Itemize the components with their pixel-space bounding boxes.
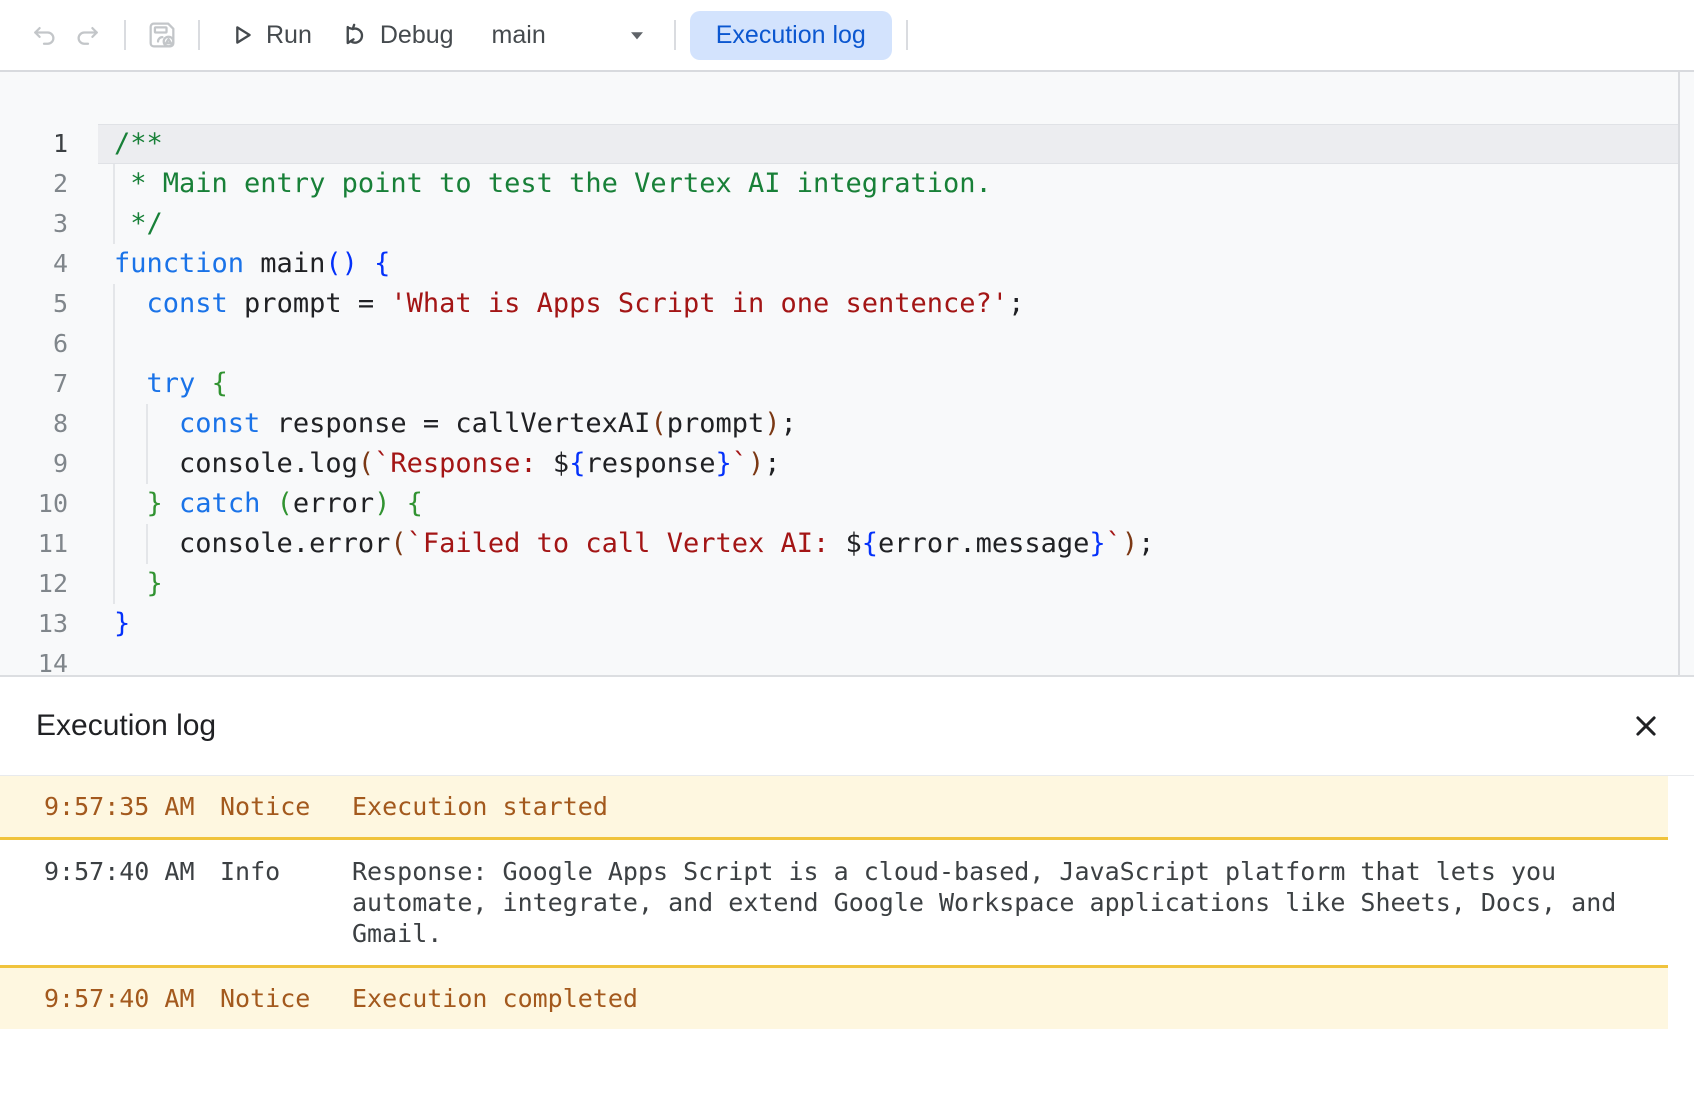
log-entry-level: Notice <box>220 791 352 822</box>
code-text: console.log(`Response: ${response}`); <box>114 444 781 484</box>
execution-log-header: Execution log <box>0 677 1694 776</box>
code-line[interactable]: 1 /** <box>0 124 1694 164</box>
editor-overview-ruler-border <box>1678 72 1680 675</box>
line-number[interactable]: 6 <box>0 324 68 364</box>
toolbar-divider <box>198 20 200 50</box>
code-line[interactable]: 5 const prompt = 'What is Apps Script in… <box>0 284 1694 324</box>
line-number[interactable]: 11 <box>0 524 68 564</box>
line-number[interactable]: 5 <box>0 284 68 324</box>
code-text: function main() { <box>114 244 390 284</box>
undo-icon <box>29 20 59 50</box>
code-line[interactable]: 2 * Main entry point to test the Vertex … <box>0 164 1694 204</box>
line-number[interactable]: 12 <box>0 564 68 604</box>
code-text: * Main entry point to test the Vertex AI… <box>114 164 992 204</box>
log-entry: 9:57:40 AMNoticeExecution completed <box>0 965 1668 1029</box>
code-text: } catch (error) { <box>114 484 423 524</box>
redo-icon <box>73 20 103 50</box>
execution-log-title: Execution log <box>36 709 216 743</box>
line-number[interactable]: 2 <box>0 164 68 204</box>
execution-log-button[interactable]: Execution log <box>690 11 892 60</box>
log-entry-level: Notice <box>220 983 352 1014</box>
log-entry-message: Execution completed <box>352 983 1658 1014</box>
code-text: try { <box>114 364 228 404</box>
line-number[interactable]: 10 <box>0 484 68 524</box>
save-button[interactable] <box>140 13 184 57</box>
code-text: const prompt = 'What is Apps Script in o… <box>114 284 1024 324</box>
code-line[interactable]: 3 */ <box>0 204 1694 244</box>
code-line[interactable]: 8 const response = callVertexAI(prompt); <box>0 404 1694 444</box>
code-line[interactable]: 4 function main() { <box>0 244 1694 284</box>
line-number[interactable]: 4 <box>0 244 68 284</box>
code-text: } <box>114 564 163 604</box>
code-line[interactable]: 12 } <box>0 564 1694 604</box>
debug-label: Debug <box>380 21 454 50</box>
log-entry-level: Info <box>220 856 352 887</box>
function-selector-value: main <box>492 21 546 50</box>
line-number[interactable]: 14 <box>0 644 68 675</box>
code-text: */ <box>114 204 163 244</box>
execution-log-panel: Execution log 9:57:35 AMNoticeExecution … <box>0 675 1694 1098</box>
chevron-down-icon <box>624 22 650 48</box>
code-text: console.error(`Failed to call Vertex AI:… <box>114 524 1154 564</box>
log-entry-time: 9:57:35 AM <box>44 791 220 822</box>
execution-log-entries: 9:57:35 AMNoticeExecution started9:57:40… <box>0 776 1668 1029</box>
log-entry-time: 9:57:40 AM <box>44 983 220 1014</box>
function-selector[interactable]: main <box>482 13 660 58</box>
run-button[interactable]: Run <box>214 13 326 58</box>
close-icon <box>1631 711 1661 741</box>
code-text: /** <box>114 124 163 164</box>
log-entry-time: 9:57:40 AM <box>44 856 220 887</box>
redo-button[interactable] <box>66 13 110 57</box>
close-button[interactable] <box>1624 704 1668 748</box>
code-line[interactable]: 7 try { <box>0 364 1694 404</box>
toolbar: Run Debug main Execution log <box>0 0 1694 70</box>
log-entry-message: Response: Google Apps Script is a cloud-… <box>352 856 1658 949</box>
toolbar-divider <box>674 20 676 50</box>
debug-icon <box>340 20 370 50</box>
code-line[interactable]: 9 console.log(`Response: ${response}`); <box>0 444 1694 484</box>
log-entry: 9:57:40 AMInfoResponse: Google Apps Scri… <box>0 840 1668 965</box>
log-entry: 9:57:35 AMNoticeExecution started <box>0 776 1668 840</box>
run-label: Run <box>266 21 312 50</box>
code-line[interactable]: 13} <box>0 604 1694 644</box>
line-number[interactable]: 9 <box>0 444 68 484</box>
code-editor[interactable]: 1/**2 * Main entry point to test the Ver… <box>0 70 1694 675</box>
toolbar-divider <box>124 20 126 50</box>
line-number[interactable]: 7 <box>0 364 68 404</box>
log-entry-message: Execution started <box>352 791 1658 822</box>
code-line[interactable]: 14 <box>0 644 1694 675</box>
code-text: } <box>114 604 130 644</box>
save-icon <box>145 18 179 52</box>
line-number[interactable]: 13 <box>0 604 68 644</box>
play-icon <box>228 21 256 49</box>
line-number[interactable]: 8 <box>0 404 68 444</box>
line-number[interactable]: 1 <box>0 124 68 164</box>
debug-button[interactable]: Debug <box>326 12 468 58</box>
code-lines: 1/**2 * Main entry point to test the Ver… <box>0 72 1694 675</box>
code-line[interactable]: 11 console.error(`Failed to call Vertex … <box>0 524 1694 564</box>
toolbar-divider <box>906 20 908 50</box>
undo-button[interactable] <box>22 13 66 57</box>
code-line[interactable]: 10 } catch (error) { <box>0 484 1694 524</box>
code-text: const response = callVertexAI(prompt); <box>114 404 797 444</box>
line-number[interactable]: 3 <box>0 204 68 244</box>
code-line[interactable]: 6 <box>0 324 1694 364</box>
